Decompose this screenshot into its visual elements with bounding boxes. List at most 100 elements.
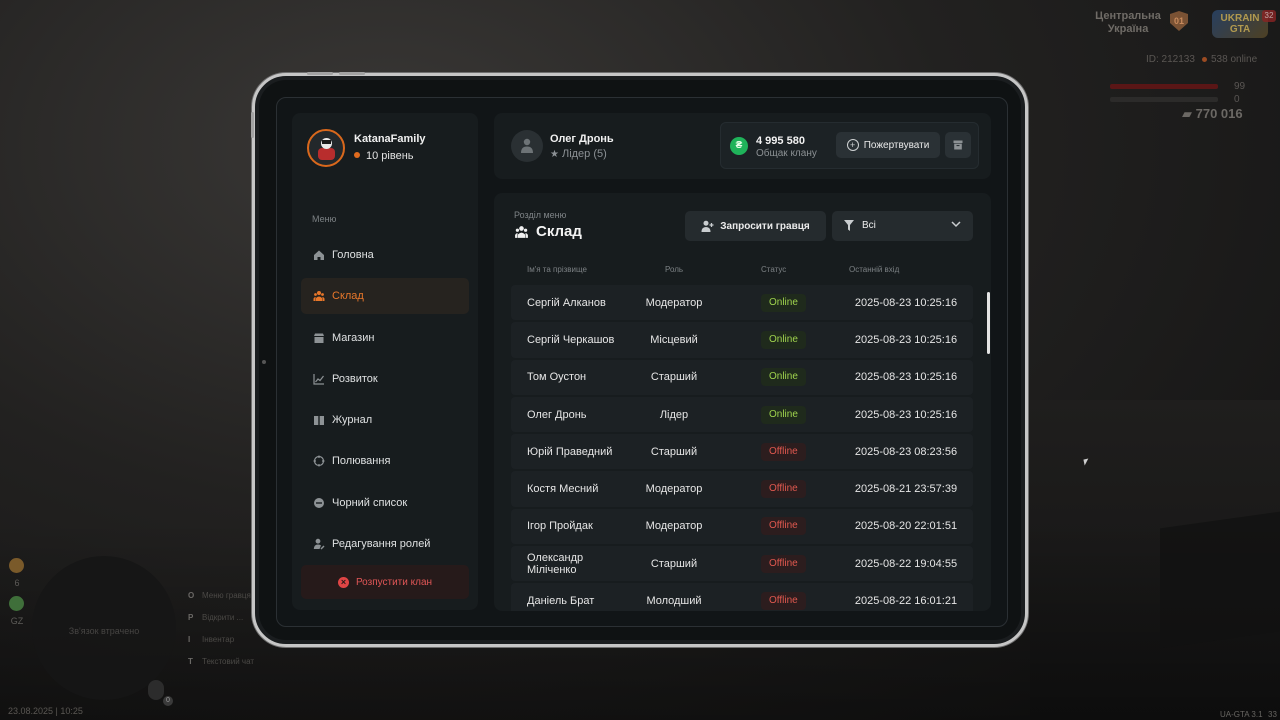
scrollbar[interactable]: [987, 292, 990, 354]
sidebar-item-blacklist[interactable]: Чорний список: [301, 485, 469, 521]
status-badge: Offline: [761, 592, 806, 611]
clan-balance-panel: ₴ 4 995 580 Общак клану + Пожертвувати: [720, 122, 979, 169]
sidebar-item-hunting[interactable]: Полювання: [301, 443, 469, 479]
game-version: UA-GTA 3.1: [1220, 710, 1263, 719]
member-name: Олександр Міліченко: [527, 551, 584, 576]
member-name: Даніель Брат: [527, 595, 595, 608]
clan-name: KatanaFamily: [354, 133, 426, 145]
balance-value: 4 995 580: [756, 135, 805, 147]
member-role: Старший: [650, 557, 698, 570]
balance-label: Общак клану: [756, 148, 817, 159]
table-row[interactable]: Сергій Алканов Модератор Online 2025-08-23 …: [511, 285, 973, 321]
sidebar-item-home[interactable]: Головна: [301, 237, 469, 273]
user-plus-icon: [701, 220, 714, 232]
status-badge: Offline: [761, 517, 806, 536]
donate-button[interactable]: + Пожертвувати: [836, 132, 940, 158]
status-badge: Offline: [761, 554, 806, 573]
people-icon: [515, 225, 528, 238]
section-label: Розділ меню: [514, 210, 567, 220]
server-logo-line2: GTA: [1229, 24, 1251, 35]
minimap-caption: Зв'язок втрачено: [68, 626, 140, 636]
member-name: Олег Дронь: [527, 408, 587, 421]
clan-avatar: [307, 129, 345, 167]
shop-icon: [314, 333, 324, 343]
tablet-button: [339, 72, 365, 75]
minimap: Зв'язок втрачено: [32, 556, 176, 700]
target-icon: [313, 455, 325, 467]
sidebar-item-label: Журнал: [332, 414, 373, 427]
sidebar-item-journal[interactable]: Журнал: [301, 402, 469, 438]
member-name: Том Оустон: [527, 371, 587, 384]
hud-region-line2: Україна: [1107, 23, 1149, 35]
disband-clan-button[interactable]: × Розпустити клан: [301, 565, 469, 599]
table-row[interactable]: Костя Месний Модератор Offline 2025-08-21 2…: [511, 471, 973, 507]
column-header-status: Статус: [761, 265, 787, 274]
filter-value: Всі: [862, 220, 876, 231]
home-icon: [314, 250, 324, 260]
sidebar-item-label: Чорний список: [332, 496, 408, 509]
table-row[interactable]: Олег Дронь Лідер Online 2025-08-23 10:25:16: [511, 396, 973, 433]
table-row[interactable]: Том Оустон Старший Online 2025-08-23 10:25:…: [511, 359, 973, 395]
leader-role: ★ Лідер (5): [550, 148, 670, 160]
role-filter-dropdown[interactable]: Всі: [832, 211, 973, 241]
member-role: Модератор: [645, 520, 703, 533]
roster-card: Розділ меню Склад Запросити гравця Всі І…: [494, 193, 991, 611]
health-value: 99: [1234, 81, 1246, 92]
table-row[interactable]: Олександр Міліченко Старший Offline 2025-08…: [511, 546, 973, 582]
table-row[interactable]: Даніель Брат Молодший Offline 2025-08-22 16…: [511, 583, 973, 611]
hud-money: ▰ 770 016: [1182, 106, 1243, 122]
column-header-role: Роль: [665, 265, 684, 274]
tablet-camera: [262, 360, 266, 364]
sidebar-menu: Головна Склад Магазин Розвиток Журнал По…: [301, 237, 469, 567]
storage-box-button[interactable]: [945, 132, 971, 158]
disband-clan-label: Розпустити клан: [355, 576, 433, 588]
member-role: Модератор: [645, 483, 703, 496]
invite-player-button[interactable]: Запросити гравця: [685, 211, 826, 241]
filter-icon: [844, 220, 854, 231]
table-row[interactable]: Сергій Черкашов Місцевий Online 2025-08-23 …: [511, 322, 973, 358]
sidebar-item-edit-roles[interactable]: Редагування ролей: [301, 526, 469, 562]
member-name: Сергій Алканов: [527, 296, 606, 309]
hud-region-name: Центральна Україна: [1088, 10, 1168, 36]
user-edit-icon: [313, 538, 325, 550]
status-badge: Offline: [761, 480, 806, 499]
page-title: Склад: [514, 223, 582, 240]
close-circle-icon: ×: [337, 576, 349, 588]
chart-icon: [313, 373, 324, 385]
sidebar-item-development[interactable]: Розвиток: [301, 361, 469, 397]
user-icon: [521, 138, 533, 153]
status-badge: Offline: [761, 442, 806, 461]
armor-value: 0: [1234, 94, 1240, 105]
status-badge: Online: [761, 405, 806, 424]
member-role: Місцевий: [650, 333, 698, 346]
donate-label: Пожертвувати: [863, 139, 930, 151]
status-badge: Online: [761, 293, 806, 312]
member-name: Юрій Праведний: [527, 445, 613, 458]
server-logo-icon: UKRAIN GTA: [1212, 10, 1268, 38]
hint-item: T Текстовий чат: [188, 657, 255, 666]
hud-online-count: 538 online: [1202, 54, 1257, 65]
hud-datetime: 23.08.2025 | 10:25: [8, 706, 83, 716]
table-row[interactable]: Юрій Праведний Старший Offline 2025-08-23 0…: [511, 434, 973, 470]
member-role: Модератор: [645, 296, 703, 309]
stat-bottom-value: GZ: [10, 616, 24, 626]
leader-name: Олег Дронь: [550, 133, 614, 145]
mic-count: 0: [163, 696, 173, 706]
table-row[interactable]: Ігор Пройдак Модератор Offline 2025-08-20 2…: [511, 508, 973, 545]
clan-level: 10 рівень: [354, 150, 474, 162]
member-role: Лідер: [659, 408, 689, 421]
tablet-screen: KatanaFamily 10 рівень Меню Головна Скла…: [276, 97, 1008, 627]
column-header-last-login: Останній вхід: [849, 265, 900, 274]
people-icon: [313, 291, 325, 302]
member-last-login: 2025-08-21 23:57:39: [854, 483, 958, 496]
leader-role-text: Лідер (5): [561, 148, 607, 160]
sidebar-item-roster[interactable]: Склад: [301, 278, 469, 315]
sidebar-item-shop[interactable]: Магазин: [301, 320, 469, 356]
book-icon: [314, 416, 324, 426]
menu-title: Меню: [312, 214, 337, 224]
status-badge: Online: [761, 330, 806, 349]
leader-avatar: [511, 130, 543, 162]
sidebar-item-label: Полювання: [332, 455, 391, 468]
game-version-number: 33: [1268, 710, 1277, 719]
tablet-button: [307, 72, 333, 75]
